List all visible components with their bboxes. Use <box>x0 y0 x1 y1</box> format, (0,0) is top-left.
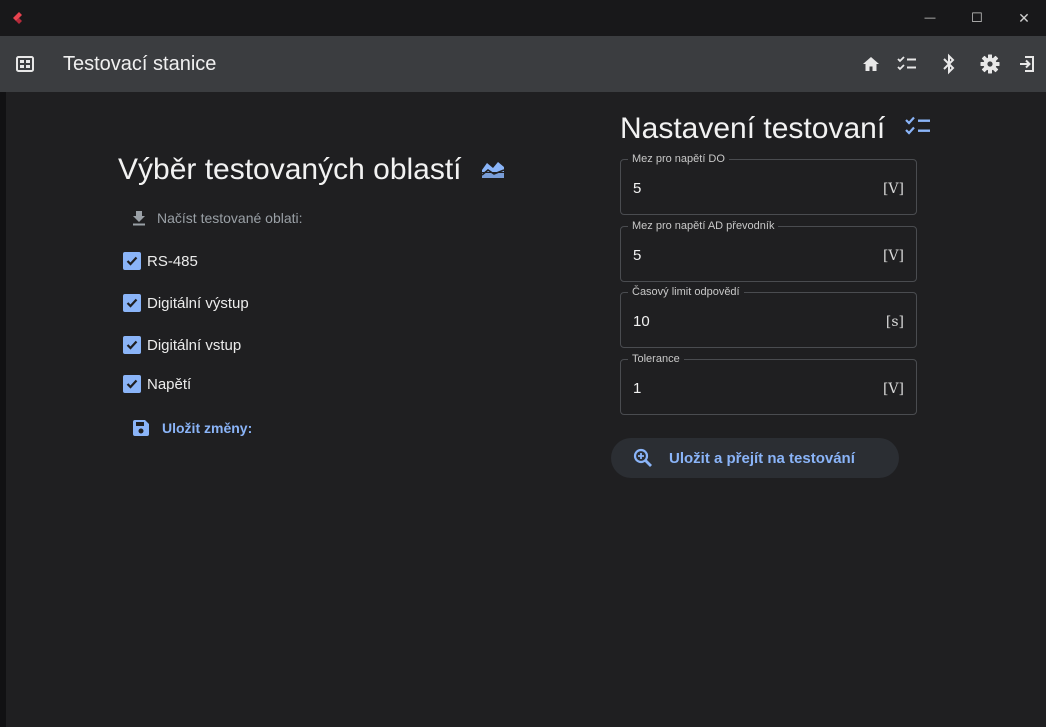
home-icon[interactable] <box>859 52 883 76</box>
app-bar: Testovací stanice <box>0 36 1046 92</box>
field-unit: [V] <box>882 248 904 264</box>
left-edge <box>0 92 6 727</box>
ad-converter-voltage-limit-field[interactable]: Mez pro napětí AD převodník 5 [V] <box>620 220 917 282</box>
save-and-test-button[interactable]: Uložit a přejít na testování <box>611 438 899 478</box>
download-icon <box>133 211 145 226</box>
settings-heading: Nastavení testovaní <box>620 112 932 146</box>
checkbox-checked-icon[interactable] <box>123 375 141 393</box>
close-button[interactable]: ✕ <box>1002 4 1046 32</box>
checkbox-label: Napětí <box>147 375 192 393</box>
field-label: Mez pro napětí DO <box>628 153 729 165</box>
checklist-icon <box>904 116 930 135</box>
settings-heading-text: Nastavení testovaní <box>620 112 886 145</box>
checkbox-digital-input[interactable]: Digitální vstup <box>123 334 241 356</box>
field-label: Časový limit odpovědí <box>628 286 744 298</box>
checkbox-rs485[interactable]: RS-485 <box>123 250 198 272</box>
response-timeout-field[interactable]: Časový limit odpovědí 10 [s] <box>620 286 917 348</box>
maximize-icon: ☐ <box>971 10 983 25</box>
load-areas-label: Načíst testované oblati: <box>157 210 303 226</box>
app-title: Testovací stanice <box>63 53 217 75</box>
checkbox-checked-icon[interactable] <box>123 336 141 354</box>
checkbox-checked-icon[interactable] <box>123 252 141 270</box>
checklist-icon[interactable] <box>895 52 919 76</box>
load-areas-button[interactable]: Načíst testované oblati: <box>131 208 303 228</box>
checkbox-label: RS-485 <box>147 252 198 270</box>
flutter-logo-icon <box>13 12 22 24</box>
checkbox-digital-output[interactable]: Digitální výstup <box>123 292 249 314</box>
minimize-button[interactable]: — <box>908 4 952 32</box>
logout-icon[interactable] <box>1015 52 1039 76</box>
chart-area-icon <box>481 162 505 178</box>
dashboard-icon[interactable] <box>13 52 37 76</box>
field-unit: [V] <box>882 181 904 197</box>
save-icon <box>133 420 149 436</box>
do-voltage-limit-field[interactable]: Mez pro napětí DO 5 [V] <box>620 153 917 215</box>
field-unit: [s] <box>885 314 904 330</box>
bluetooth-icon[interactable] <box>937 52 961 76</box>
field-unit: [V] <box>882 381 904 397</box>
field-value[interactable]: 5 <box>633 180 641 197</box>
checkbox-label: Digitální vstup <box>147 336 242 354</box>
settings-icon[interactable] <box>978 52 1002 76</box>
save-changes-button[interactable]: Uložit změny: <box>132 417 252 439</box>
areas-heading: Výběr testovaných oblastí <box>118 153 506 187</box>
areas-heading-text: Výběr testovaných oblastí <box>118 153 462 186</box>
tolerance-field[interactable]: Tolerance 1 [V] <box>620 353 917 415</box>
field-label: Mez pro napětí AD převodník <box>628 220 779 232</box>
minimize-icon: — <box>924 12 936 24</box>
close-icon: ✕ <box>1018 9 1030 26</box>
checkbox-label: Digitální výstup <box>147 294 249 312</box>
maximize-button[interactable]: ☐ <box>955 4 999 32</box>
save-changes-label: Uložit změny: <box>162 420 253 436</box>
field-value[interactable]: 10 <box>633 313 650 330</box>
checkbox-voltage[interactable]: Napětí <box>123 373 191 395</box>
window-titlebar: — ☐ ✕ <box>0 0 1046 36</box>
zoom-in-icon <box>633 448 652 467</box>
field-label: Tolerance <box>628 353 684 365</box>
field-value[interactable]: 5 <box>633 247 641 264</box>
checkbox-checked-icon[interactable] <box>123 294 141 312</box>
save-and-test-label: Uložit a přejít na testování <box>669 449 855 467</box>
field-value[interactable]: 1 <box>633 380 641 397</box>
